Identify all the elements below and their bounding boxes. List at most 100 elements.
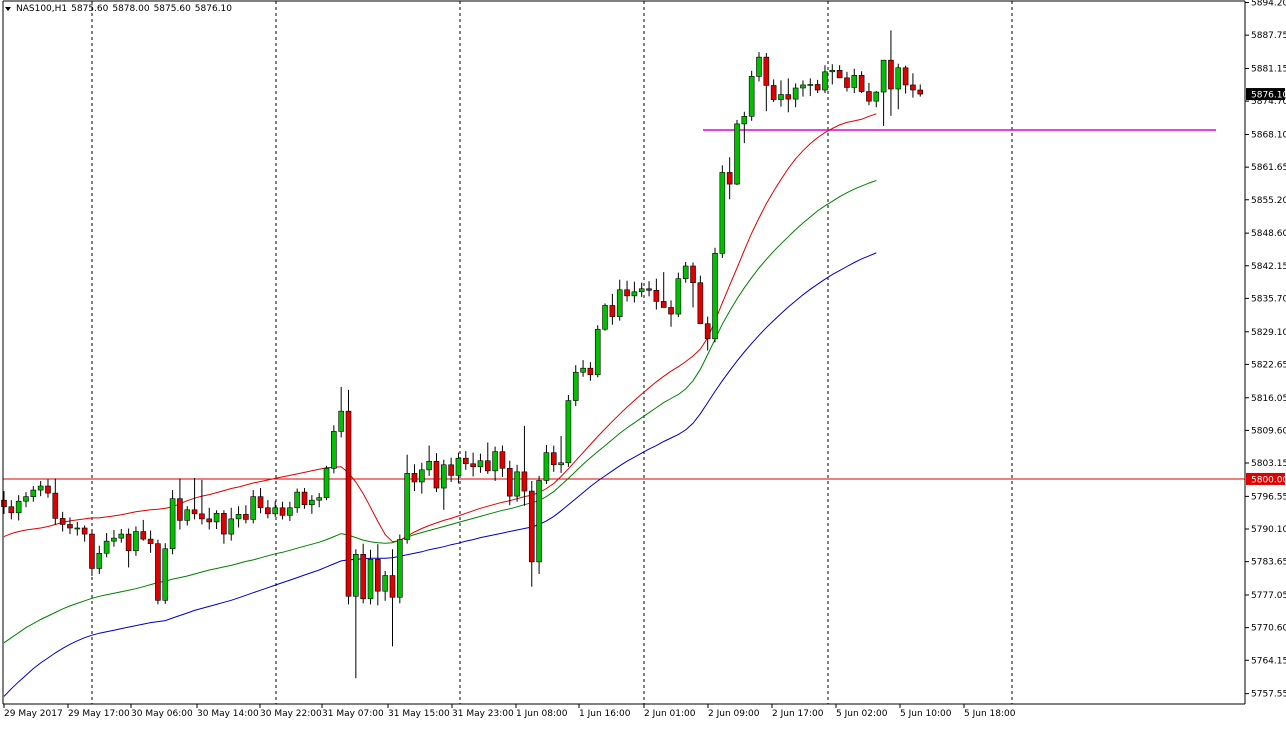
x-tick-label-3: 30 May 14:00 [197, 709, 259, 719]
candle-body-111 [814, 84, 821, 91]
candle-body-18 [133, 531, 139, 552]
y-tick-label-20: 5764.15 [1251, 656, 1286, 666]
candle-body-11 [81, 527, 88, 535]
candle-body-39 [287, 507, 293, 516]
candle-body-25 [184, 509, 191, 521]
candle-body-98 [719, 172, 726, 254]
candle-body-28 [206, 518, 213, 523]
candle-body-79 [580, 367, 586, 373]
y-tick-label-19: 5770.60 [1251, 624, 1286, 634]
candle-body-71 [521, 471, 528, 492]
y-tick-label-11: 5822.65 [1251, 360, 1286, 370]
axes: 5894.205887.755881.155874.705868.105861.… [2, 0, 1286, 719]
candle-body-59 [433, 460, 440, 489]
candle-body-89 [653, 289, 660, 302]
candle-body-108 [792, 87, 799, 100]
candle-body-44 [323, 468, 330, 498]
chart-canvas[interactable]: 5894.205887.755881.155874.705868.105861.… [0, 0, 1286, 726]
candlesticks [1, 30, 924, 679]
candle-body-51 [375, 559, 381, 592]
candle-body-3 [23, 496, 29, 502]
y-tick-label-14: 5803.15 [1251, 459, 1286, 469]
candle-body-81 [594, 328, 601, 376]
candle-body-125 [917, 89, 924, 95]
low-value: 5875.60 [153, 4, 191, 14]
candle-body-31 [228, 518, 235, 535]
candle-body-90 [660, 301, 667, 308]
candle-body-85 [624, 289, 630, 297]
high-value: 5878.00 [112, 4, 150, 14]
candle-body-55 [404, 473, 410, 540]
candle-body-83 [609, 305, 616, 317]
candle-body-50 [367, 559, 374, 600]
candle-body-43 [316, 497, 322, 501]
candle-body-76 [558, 462, 564, 466]
x-tick-label-13: 5 Jun 02:00 [836, 709, 888, 719]
candle-body-116 [851, 75, 858, 88]
candle-body-109 [800, 84, 806, 89]
candle-body-107 [785, 94, 792, 100]
candle-body-33 [243, 514, 249, 520]
ma-slow-line [3, 252, 877, 697]
candle-body-80 [587, 367, 594, 376]
open-value: 5875.60 [71, 4, 109, 14]
x-tick-label-5: 31 May 07:00 [322, 709, 384, 719]
y-tick-label-12: 5816.05 [1251, 394, 1286, 404]
candle-body-15 [111, 537, 117, 542]
candle-body-97 [712, 253, 718, 340]
ma-fast-line [3, 113, 877, 543]
candle-body-118 [866, 91, 872, 102]
candle-body-37 [272, 507, 279, 515]
candle-body-105 [770, 85, 777, 100]
candle-body-36 [265, 507, 271, 515]
y-tick-label-9: 5835.70 [1251, 294, 1286, 304]
candle-body-48 [353, 553, 359, 597]
candle-body-112 [822, 71, 828, 91]
candle-body-99 [726, 172, 733, 185]
candle-body-75 [550, 452, 557, 466]
x-tick-label-9: 1 Jun 16:00 [579, 709, 631, 719]
y-tick-label-16: 5790.10 [1251, 525, 1286, 535]
candle-body-115 [844, 77, 850, 88]
candle-body-110 [807, 84, 814, 86]
candle-body-92 [675, 278, 682, 315]
candle-body-32 [235, 514, 242, 520]
candle-body-67 [492, 451, 498, 472]
candle-body-12 [89, 533, 95, 569]
candle-body-122 [895, 67, 902, 90]
candle-body-117 [858, 75, 865, 92]
candle-body-102 [748, 76, 755, 117]
candle-body-30 [221, 513, 227, 535]
dropdown-triangle-icon[interactable] [5, 7, 11, 11]
candle-body-1 [8, 506, 15, 514]
y-tick-label-0: 5894.20 [1251, 0, 1286, 9]
candle-body-19 [140, 531, 147, 540]
y-tick-label-2: 5881.15 [1251, 65, 1286, 75]
candle-body-78 [572, 371, 579, 401]
x-tick-label-12: 2 Jun 17:00 [772, 709, 824, 719]
candle-body-34 [250, 496, 257, 520]
candle-body-100 [734, 123, 740, 185]
chart-frame[interactable]: 5894.20 5887.75 5881.15 5874.70 5868.10 5861.… [0, 0, 1286, 726]
candle-body-69 [506, 468, 513, 497]
candle-body-87 [638, 288, 645, 293]
x-tick-label-15: 5 Jun 18:00 [964, 709, 1016, 719]
y-tick-label-10: 5829.10 [1251, 328, 1286, 338]
candle-body-82 [602, 305, 608, 330]
candle-body-86 [631, 291, 638, 297]
candle-body-73 [536, 480, 542, 563]
candle-body-38 [279, 507, 286, 516]
y-tick-label-4: 5868.10 [1251, 131, 1286, 141]
y-tick-label-15: 5796.55 [1251, 492, 1286, 502]
level-price-tag: 5800.00 [1251, 475, 1286, 485]
candle-body-56 [411, 473, 418, 483]
candle-body-94 [690, 265, 696, 284]
candle-body-77 [565, 400, 572, 464]
x-tick-label-0: 29 May 2017 [4, 709, 63, 719]
candle-body-17 [125, 533, 132, 552]
candle-body-9 [67, 524, 73, 529]
candle-body-70 [514, 471, 520, 497]
x-tick-label-11: 2 Jun 09:00 [708, 709, 760, 719]
ma-mid-line [3, 180, 877, 644]
candle-body-0 [1, 499, 7, 508]
